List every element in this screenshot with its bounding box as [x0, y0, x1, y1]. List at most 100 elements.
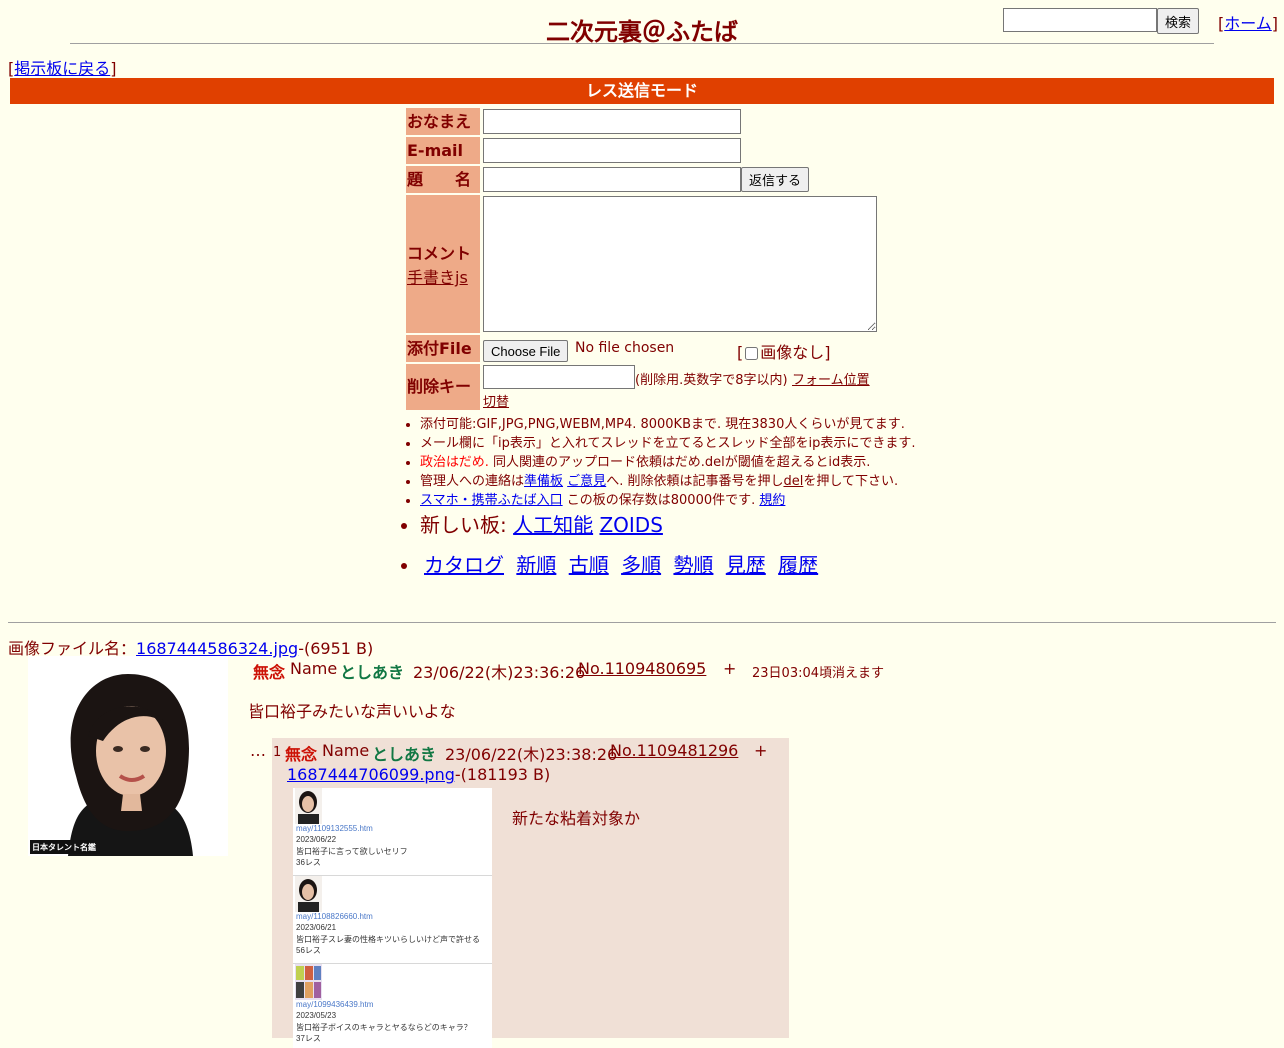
form-position-link[interactable]: フォーム位置 [792, 369, 870, 388]
rule-mobile: スマホ・携帯ふたば入口 この板の保存数は80000件です. 規約 [420, 491, 918, 510]
reply-plus-button[interactable]: + [754, 741, 767, 760]
thumb-thread-link: may/1109132555.htm [296, 824, 373, 833]
op-file-size: -(6951 B) [298, 639, 374, 658]
reply-name: としあき [372, 745, 437, 764]
nav-momentum-link[interactable]: 勢順 [673, 553, 713, 577]
rule-politics-rest: 同人関連のアップロード依頼はだめ.delが閾値を超えるとid表示. [488, 455, 871, 470]
thumb-thread-date: 2023/05/23 [296, 1011, 337, 1020]
thumb-thread-date: 2023/06/21 [296, 923, 337, 932]
new-board-ai-link[interactable]: 人工知能 [513, 513, 593, 537]
file-label: 添付File [406, 335, 480, 362]
mobile-entrance-link[interactable]: スマホ・携帯ふたば入口 [420, 493, 563, 508]
thumb-thread-date: 2023/06/22 [296, 835, 337, 844]
rule-contact: 管理人への連絡は準備板 ご意見へ. 削除依頼は記事番号を押しdelを押して下さい… [420, 472, 918, 491]
portrait-image [28, 656, 228, 856]
new-boards: 新しい板: 人工知能 ZOIDS [420, 512, 918, 538]
comment-label-cell: コメント 手書きjs [406, 195, 480, 333]
rule-contact-text-3: を押して下さい. [803, 474, 899, 489]
nav-newest-link[interactable]: 新順 [516, 553, 556, 577]
reply-file-size: -(181193 B) [454, 765, 551, 784]
search-form: 検索 [1003, 8, 1200, 34]
thumb-thread-item: may/1099436439.htm 2023/05/23 皆口裕子ボイスのキャ… [293, 964, 492, 1048]
storage-count-text: この板の保存数は80000件です. [562, 493, 756, 508]
nav-viewed-link[interactable]: 見歴 [726, 553, 766, 577]
nav-history-link[interactable]: 履歴 [778, 553, 818, 577]
board-rules: 添付可能:GIF,JPG,PNG,WEBM,MP4. 8000KBまで. 現在3… [404, 415, 918, 578]
rule-ip-display: メール欄に「ip表示」と入れてスレッドを立てるとスレッド全部をip表示にできます… [420, 434, 918, 453]
reply-subject: 無念 [285, 745, 318, 764]
back-link-wrapper: [掲示板に戻る] [8, 59, 117, 78]
email-field[interactable] [483, 138, 741, 163]
rule-politics: 政治はだめ. 同人関連のアップロード依頼はだめ.delが閾値を超えるとid表示. [420, 453, 918, 472]
reply-mode-bar: レス送信モード [10, 78, 1274, 104]
reply-index: 1 [273, 745, 282, 760]
nav-oldest-link[interactable]: 古順 [569, 553, 609, 577]
op-plus-button[interactable]: + [723, 659, 736, 678]
nav-catalog-link[interactable]: カタログ [424, 553, 504, 577]
rule-contact-text-2: へ. 削除依頼は記事番号を押し [606, 474, 784, 489]
op-post-number[interactable]: No.1109480695 [578, 659, 706, 678]
op-body: 皆口裕子みたいな声いいよな [248, 702, 456, 721]
form-position-link-cont[interactable]: 切替 [483, 391, 509, 410]
search-button[interactable]: 検索 [1157, 8, 1200, 34]
politics-warning: 政治はだめ. [420, 455, 489, 470]
op-name: としあき [340, 663, 405, 682]
reply-dots: … [250, 741, 266, 760]
terms-link[interactable]: 規約 [759, 493, 785, 508]
nav-most-replies-link[interactable]: 多順 [621, 553, 661, 577]
thumb-thread-item: may/1108826660.htm 2023/06/21 皆口裕子スレ妻の性格… [293, 876, 492, 964]
reply-submit-button[interactable]: 返信する [741, 167, 810, 192]
sort-nav: カタログ 新順 古順 多順 勢順 見歴 履歴 [420, 552, 918, 578]
reply-file-link[interactable]: 1687444706099.png [287, 765, 455, 784]
op-name-label: Name [290, 659, 338, 678]
rule-contact-text: 管理人への連絡は [420, 474, 525, 489]
new-board-zoids-link[interactable]: ZOIDS [599, 513, 662, 537]
reply-body: 新たな粘着対象か [512, 809, 641, 828]
delete-key-note: (削除用.英数字で8字以内) [635, 373, 788, 388]
title-divider [70, 43, 1214, 44]
thumb-thread-item: may/1109132555.htm 2023/06/22 皆口裕子に言って欲し… [293, 788, 492, 876]
reply-file-info: 1687444706099.png-(181193 B) [287, 765, 550, 784]
choose-file-button[interactable]: Choose File [483, 340, 569, 362]
search-input[interactable] [1003, 8, 1157, 32]
reply-thumbnail[interactable]: may/1109132555.htm 2023/06/22 皆口裕子に言って欲し… [293, 788, 492, 1048]
feedback-link[interactable]: ご意見 [567, 474, 606, 489]
thumb-thread-title: 皆口裕子に言って欲しいセリフ [296, 847, 408, 856]
thumb-caption: 日本タレント名鑑 [32, 843, 96, 852]
no-image-label: 画像なし [760, 343, 825, 362]
thumb-thread-link: may/1108826660.htm [296, 912, 373, 921]
name-field[interactable] [483, 109, 741, 134]
thumb-thread-count: 56レス [296, 946, 321, 955]
reply-post-number[interactable]: No.1109481296 [610, 741, 738, 760]
thumb-thread-count: 37レス [296, 1034, 321, 1043]
reply-post: 1 無念 Name としあき 23/06/22(木)23:38:26 No.11… [272, 738, 789, 1048]
thumb-thread-title: 皆口裕子スレ妻の性格キツいらしいけど声で許せる [296, 935, 480, 944]
op-expire-time: 23日03:04頃消えます [752, 666, 885, 681]
delete-key-field[interactable] [483, 365, 635, 389]
thumb-thread-image [295, 876, 322, 912]
home-link-wrapper: [ホーム] [1218, 14, 1279, 33]
thumb-thread-title: 皆口裕子ボイスのキャラとヤるならどのキャラ？ [296, 1023, 472, 1032]
subject-label: 題 名 [406, 166, 480, 193]
prep-board-link[interactable]: 準備板 [524, 474, 563, 489]
del-link[interactable]: del [783, 474, 803, 489]
reply-datetime: 23/06/22(木)23:38:26 [445, 745, 618, 764]
no-image-checkbox[interactable] [745, 347, 759, 360]
op-datetime: 23/06/22(木)23:36:26 [413, 663, 586, 682]
name-label: おなまえ [406, 108, 480, 135]
no-file-text: No file chosen [575, 340, 675, 356]
thumb-thread-image [295, 964, 322, 1000]
op-thumbnail[interactable]: 日本タレント名鑑 [28, 656, 228, 856]
email-label: E-mail [406, 137, 480, 164]
back-to-board-link[interactable]: 掲示板に戻る [14, 59, 110, 78]
delete-key-label: 削除キー [406, 364, 480, 410]
handwrite-link[interactable]: 手書きjs [407, 268, 468, 287]
home-link[interactable]: ホーム [1224, 14, 1272, 33]
subject-field[interactable] [483, 167, 741, 192]
comment-label: コメント [407, 244, 472, 263]
no-image-option: [画像なし] [737, 343, 831, 362]
rule-attachments: 添付可能:GIF,JPG,PNG,WEBM,MP4. 8000KBまで. 現在3… [420, 415, 918, 434]
comment-textarea[interactable] [483, 196, 877, 332]
thumb-thread-count: 36レス [296, 858, 321, 867]
new-boards-label: 新しい板: [420, 513, 507, 537]
